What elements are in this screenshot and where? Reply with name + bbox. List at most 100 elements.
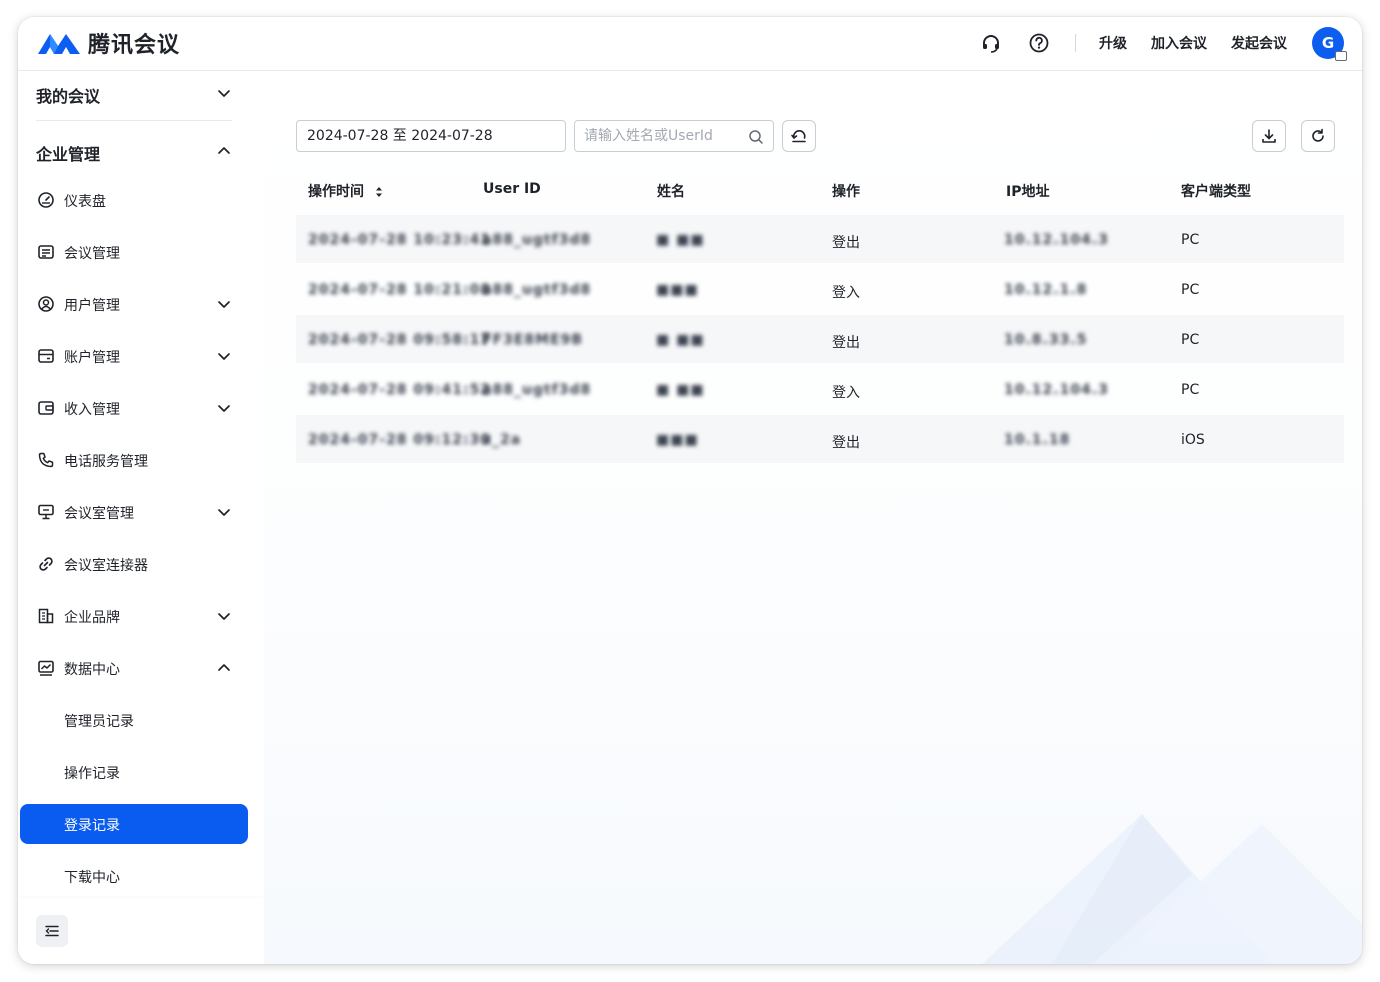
cell-name: ■ ■■ bbox=[656, 332, 705, 348]
building-icon bbox=[38, 608, 54, 624]
cell-ip: 10.12.104.3 bbox=[1004, 232, 1109, 248]
sidebar-group-label: 企业管理 bbox=[36, 145, 101, 164]
support-headset-icon[interactable] bbox=[979, 31, 1003, 55]
reset-icon bbox=[791, 130, 806, 143]
chevron-up-icon bbox=[218, 147, 230, 154]
user-icon bbox=[38, 296, 54, 312]
sidebar-subitem-label: 管理员记录 bbox=[64, 714, 134, 730]
cell-time: 2024-07-28 10:23:41 bbox=[308, 232, 492, 248]
table-row[interactable]: 2024-07-28 09:41:52 a88_ugtf3d8 ■ ■■ 登入 … bbox=[296, 365, 1344, 413]
cell-user-id: a88_ugtf3d8 bbox=[482, 282, 592, 298]
tencent-meeting-logo-icon bbox=[38, 34, 80, 54]
wallet-icon bbox=[38, 401, 54, 415]
column-header-name: 姓名 bbox=[657, 184, 685, 200]
chevron-down-icon bbox=[218, 509, 230, 516]
help-icon[interactable] bbox=[1027, 31, 1051, 55]
sidebar-item-label: 会议室连接器 bbox=[64, 558, 148, 574]
column-header-ip: IP地址 bbox=[1006, 184, 1050, 200]
collapse-sidebar-button[interactable] bbox=[36, 915, 68, 947]
cell-client: iOS bbox=[1181, 432, 1205, 448]
cell-name: ■■■ bbox=[656, 282, 699, 298]
app-window: 腾讯会议 升级 加入会议 发起会议 G 我的会议 企业管理 仪表盘 会议管理 用… bbox=[18, 17, 1362, 964]
sidebar-item-label: 用户管理 bbox=[64, 298, 120, 314]
sort-icon[interactable] bbox=[375, 185, 383, 199]
sidebar-item-label: 仪表盘 bbox=[64, 194, 106, 210]
column-header-time[interactable]: 操作时间 bbox=[308, 181, 383, 201]
sidebar: 我的会议 企业管理 仪表盘 会议管理 用户管理 账户管理 收入管理 电话服务管理… bbox=[18, 71, 264, 964]
sidebar-item-brand[interactable]: 企业品牌 bbox=[18, 596, 264, 636]
sidebar-group-enterprise[interactable]: 企业管理 bbox=[36, 141, 232, 165]
sidebar-subitem-label: 登录记录 bbox=[64, 818, 120, 834]
sidebar-subitem-login-records[interactable]: 登录记录 bbox=[20, 804, 248, 844]
dashboard-icon bbox=[38, 192, 54, 208]
cell-ip: 10.8.33.5 bbox=[1004, 332, 1088, 348]
header-divider bbox=[1075, 34, 1076, 52]
upgrade-link[interactable]: 升级 bbox=[1099, 33, 1127, 53]
cell-name: ■ ■■ bbox=[656, 232, 705, 248]
cell-user-id: x_2a bbox=[482, 432, 522, 448]
sidebar-item-account[interactable]: 账户管理 bbox=[18, 336, 264, 376]
refresh-button[interactable] bbox=[1301, 120, 1335, 152]
sidebar-subitem-operation-records[interactable]: 操作记录 bbox=[18, 752, 264, 792]
phone-icon bbox=[38, 452, 54, 468]
app-logo[interactable]: 腾讯会议 bbox=[36, 27, 180, 59]
sidebar-item-data-center[interactable]: 数据中心 bbox=[18, 648, 264, 688]
list-icon bbox=[38, 245, 54, 259]
cell-name: ■■■ bbox=[656, 432, 699, 448]
sidebar-item-phone-service[interactable]: 电话服务管理 bbox=[18, 440, 264, 480]
sidebar-subitem-download-center[interactable]: 下载中心 bbox=[18, 856, 264, 896]
sidebar-subitem-admin-records[interactable]: 管理员记录 bbox=[18, 700, 264, 740]
cell-client: PC bbox=[1181, 282, 1200, 298]
column-header-client: 客户端类型 bbox=[1181, 184, 1251, 200]
sidebar-footer bbox=[18, 898, 264, 964]
main-content: 2024-07-28 至 2024-07-28 操作时间 User ID 姓名 … bbox=[264, 71, 1362, 964]
chevron-down-icon bbox=[218, 613, 230, 620]
table-row[interactable]: 2024-07-28 09:58:17 FF3E8ME9B ■ ■■ 登出 10… bbox=[296, 315, 1344, 363]
cell-time: 2024-07-28 09:58:17 bbox=[308, 332, 492, 348]
collapse-menu-icon bbox=[45, 925, 59, 937]
sidebar-item-dashboard[interactable]: 仪表盘 bbox=[18, 180, 264, 220]
cell-time: 2024-07-28 10:21:08 bbox=[308, 282, 492, 298]
table-row[interactable]: 2024-07-28 09:12:30 x_2a ■■■ 登出 10.1.18 … bbox=[296, 415, 1344, 463]
sidebar-item-label: 会议室管理 bbox=[64, 506, 134, 522]
cell-user-id: a88_ugtf3d8 bbox=[482, 382, 592, 398]
user-avatar[interactable]: G bbox=[1312, 27, 1347, 61]
start-meeting-link[interactable]: 发起会议 bbox=[1231, 33, 1287, 53]
room-icon bbox=[38, 504, 54, 520]
sidebar-item-rooms[interactable]: 会议室管理 bbox=[18, 492, 264, 532]
sidebar-group-my-meetings[interactable]: 我的会议 bbox=[36, 83, 232, 107]
chevron-down-icon bbox=[218, 90, 230, 97]
account-icon bbox=[38, 349, 54, 363]
column-header-action: 操作 bbox=[832, 184, 860, 200]
sidebar-item-meetings[interactable]: 会议管理 bbox=[18, 232, 264, 272]
background-decoration bbox=[982, 814, 1362, 964]
search-box[interactable] bbox=[574, 120, 774, 152]
chevron-down-icon bbox=[218, 353, 230, 360]
cell-action: 登入 bbox=[832, 385, 860, 401]
date-range-picker[interactable]: 2024-07-28 至 2024-07-28 bbox=[296, 120, 566, 152]
sidebar-item-label: 数据中心 bbox=[64, 662, 120, 678]
join-meeting-link[interactable]: 加入会议 bbox=[1151, 33, 1207, 53]
link-icon bbox=[39, 557, 53, 571]
table-row[interactable]: 2024-07-28 10:21:08 a88_ugtf3d8 ■■■ 登入 1… bbox=[296, 265, 1344, 313]
refresh-icon bbox=[1312, 128, 1324, 142]
chart-icon bbox=[38, 660, 54, 676]
table-row[interactable]: 2024-07-28 10:23:41 a88_ugtf3d8 ■ ■■ 登出 … bbox=[296, 215, 1344, 263]
sidebar-item-label: 会议管理 bbox=[64, 246, 120, 262]
reset-button[interactable] bbox=[782, 120, 816, 152]
export-button[interactable] bbox=[1252, 120, 1286, 152]
sidebar-item-revenue[interactable]: 收入管理 bbox=[18, 388, 264, 428]
cell-action: 登出 bbox=[832, 335, 860, 351]
search-icon[interactable] bbox=[748, 129, 764, 145]
cell-ip: 10.12.1.8 bbox=[1004, 282, 1088, 298]
sidebar-item-label: 电话服务管理 bbox=[64, 454, 148, 470]
column-header-label: 操作时间 bbox=[308, 184, 364, 200]
cell-time: 2024-07-28 09:12:30 bbox=[308, 432, 492, 448]
chevron-down-icon bbox=[218, 301, 230, 308]
cell-action: 登入 bbox=[832, 285, 860, 301]
sidebar-item-room-connector[interactable]: 会议室连接器 bbox=[18, 544, 264, 584]
search-input[interactable] bbox=[584, 126, 744, 146]
download-icon bbox=[1262, 129, 1276, 143]
sidebar-item-label: 收入管理 bbox=[64, 402, 120, 418]
sidebar-item-users[interactable]: 用户管理 bbox=[18, 284, 264, 324]
